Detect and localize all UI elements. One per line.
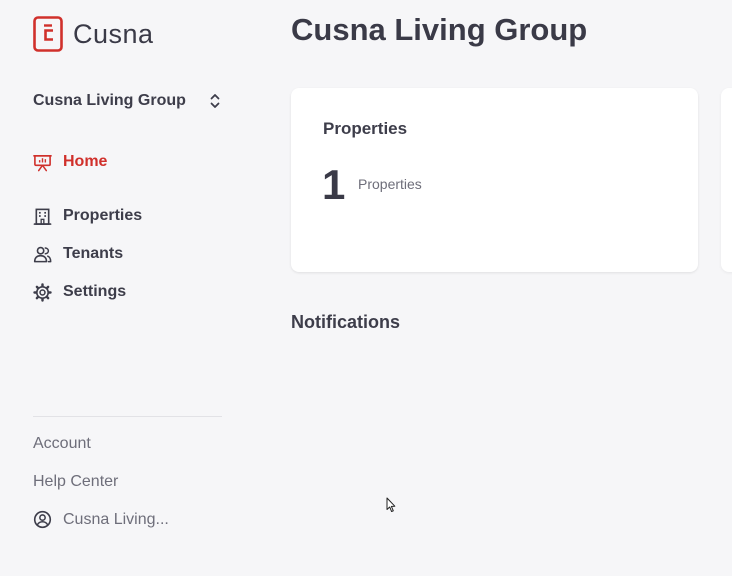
user-menu[interactable]: Cusna Living... xyxy=(33,510,169,529)
chevron-up-down-icon xyxy=(210,94,220,108)
brand-name: Cusna xyxy=(73,18,154,49)
user-menu-label: Cusna Living... xyxy=(63,510,169,528)
building-icon xyxy=(33,208,52,225)
sidebar: Cusna Cusna Living Group Home Properties… xyxy=(0,0,260,576)
sidebar-divider xyxy=(33,416,222,417)
next-card-partial[interactable] xyxy=(721,88,732,272)
logo[interactable]: Cusna xyxy=(33,16,154,52)
sidebar-item-label: Tenants xyxy=(63,245,124,262)
gear-icon xyxy=(33,282,52,302)
page-title: Cusna Living Group xyxy=(291,12,588,47)
sidebar-item-properties[interactable]: Properties xyxy=(33,204,142,228)
sidebar-item-home[interactable]: Home xyxy=(33,150,107,174)
sidebar-item-label: Settings xyxy=(63,283,127,300)
sidebar-item-label: Home xyxy=(63,153,108,170)
org-switcher-label: Cusna Living Group xyxy=(33,92,186,109)
account-link[interactable]: Account xyxy=(33,435,91,453)
org-switcher[interactable]: Cusna Living Group xyxy=(33,88,221,114)
properties-card[interactable]: Properties 1 Properties xyxy=(291,88,698,272)
sidebar-item-settings[interactable]: Settings xyxy=(33,280,126,304)
users-icon xyxy=(33,246,52,262)
user-circle-icon xyxy=(33,510,52,529)
sidebar-item-tenants[interactable]: Tenants xyxy=(33,242,123,266)
properties-count-label: Properties xyxy=(358,176,422,192)
help-center-link[interactable]: Help Center xyxy=(33,473,118,491)
mouse-cursor-icon xyxy=(386,497,396,512)
card-title: Properties xyxy=(323,119,408,138)
app-root: Cusna Cusna Living Group Home Properties… xyxy=(0,0,732,576)
sidebar-item-label: Properties xyxy=(63,207,143,224)
presentation-chart-icon xyxy=(33,154,52,171)
notifications-heading: Notifications xyxy=(291,312,401,332)
properties-count: 1 xyxy=(322,161,346,208)
brand-logo-icon xyxy=(33,16,63,52)
